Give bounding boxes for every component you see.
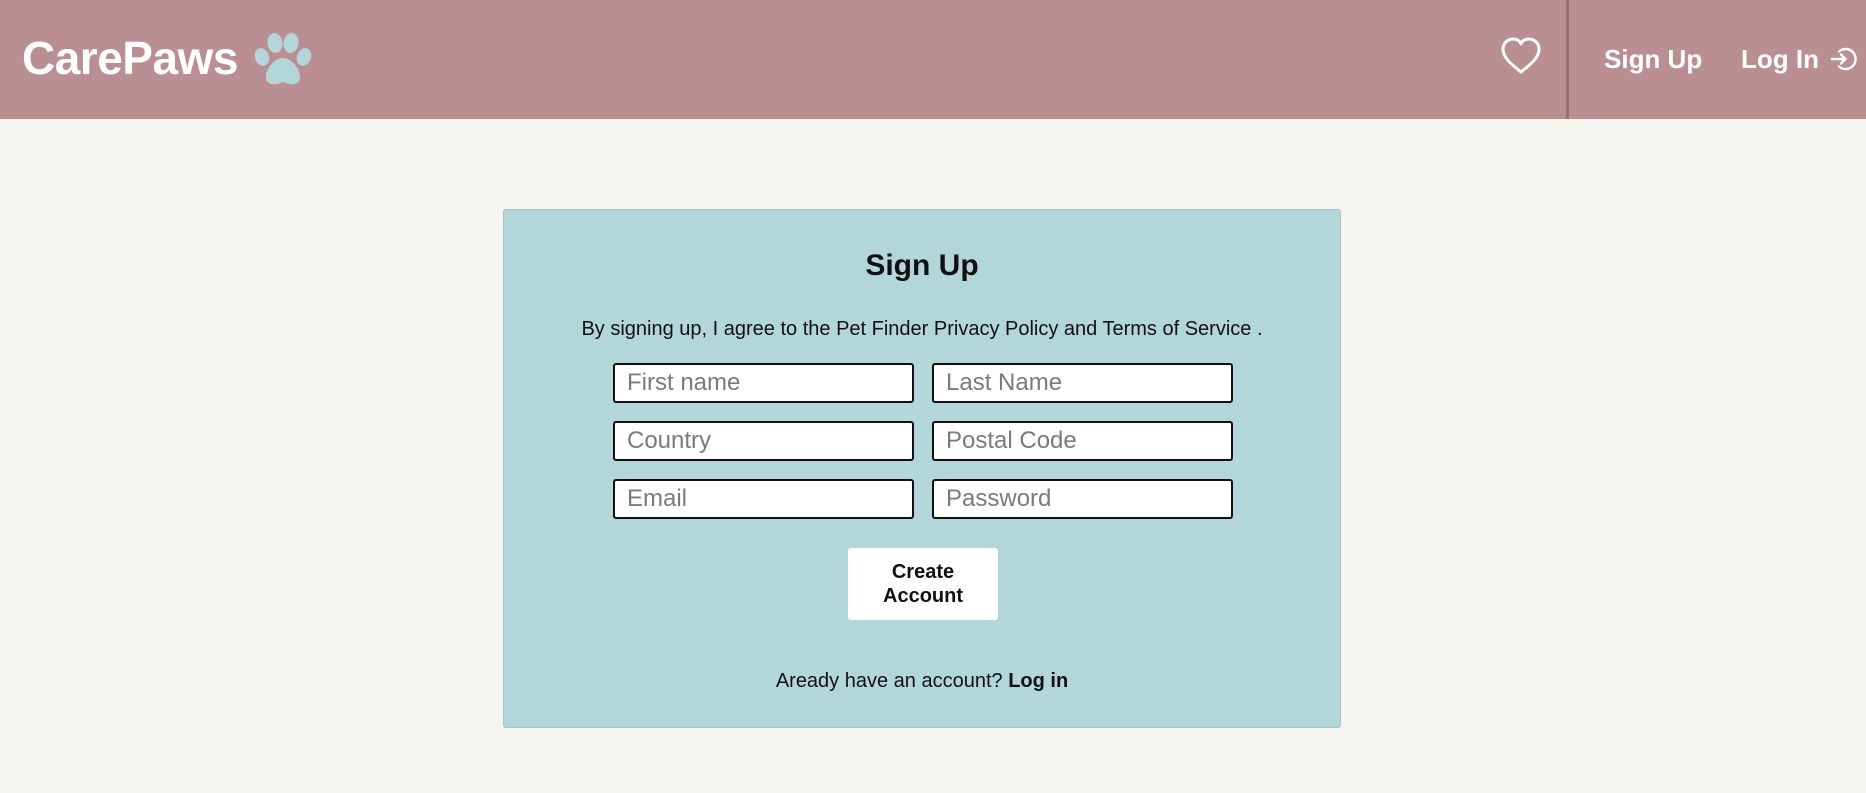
login-icon [1829,45,1857,73]
sign-up-card: Sign Up By signing up, I agree to the Pe… [503,209,1341,728]
paw-icon [252,31,314,87]
brand-name: CarePaws [22,32,238,84]
nav-log-in-label: Log In [1741,44,1819,74]
email-input[interactable] [613,479,914,519]
create-account-button[interactable]: Create Account [848,548,998,620]
top-navbar: CarePaws Sign Up Log In [0,0,1866,119]
agreement-text: By signing up, I agree to the Pet Finder… [581,318,1263,340]
nav-divider [1566,0,1569,119]
favorites-button[interactable] [1500,36,1542,76]
brand-logo[interactable]: CarePaws [22,28,314,88]
nav-sign-up-link[interactable]: Sign Up [1604,40,1702,78]
form-title: Sign Up [865,249,979,282]
login-prompt: Aready have an account? Log in [504,667,1340,695]
postal-code-input[interactable] [932,421,1233,461]
log-in-link[interactable]: Log in [1008,670,1068,692]
country-input[interactable] [613,421,914,461]
nav-log-in-link[interactable]: Log In [1741,40,1857,78]
heart-icon [1500,37,1542,80]
password-input[interactable] [932,479,1233,519]
last-name-input[interactable] [932,363,1233,403]
first-name-input[interactable] [613,363,914,403]
login-prompt-text: Aready have an account? [775,670,1003,692]
